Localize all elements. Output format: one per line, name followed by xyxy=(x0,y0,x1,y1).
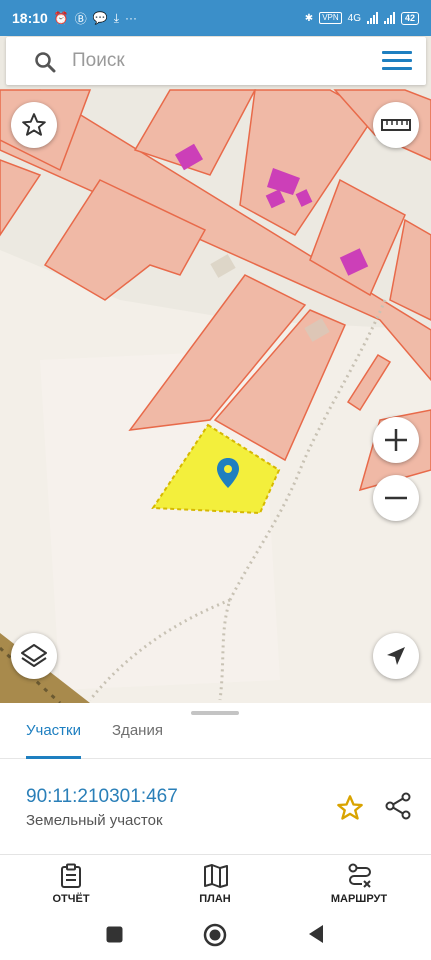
search-bar xyxy=(6,37,426,85)
layers-icon xyxy=(21,644,47,667)
route-icon xyxy=(348,863,371,888)
back-triangle-icon xyxy=(309,925,323,943)
tab-bar: Участки Здания xyxy=(0,717,431,759)
parcel-type: Земельный участок xyxy=(26,812,163,829)
network-type: 4G xyxy=(347,12,361,24)
status-bar: 18:10 ⏰ Ⓑ 💬 ⤓ ··· ✱ VPN 4G 42 xyxy=(0,0,431,36)
alarm-icon: ⏰ xyxy=(53,11,69,25)
minus-icon xyxy=(385,496,407,500)
home-button[interactable] xyxy=(203,923,227,952)
star-icon xyxy=(337,795,363,820)
star-outline-icon xyxy=(22,113,46,136)
tab-buildings[interactable]: Здания xyxy=(112,717,163,759)
sheet-drag-handle[interactable] xyxy=(191,711,239,715)
signal-icon xyxy=(366,12,378,24)
map-canvas xyxy=(0,36,431,703)
navigation-arrow-icon xyxy=(387,647,405,665)
share-icon xyxy=(385,792,411,820)
plan-label: ПЛАН xyxy=(199,893,231,905)
status-time: 18:10 xyxy=(12,10,48,26)
more-notifications-icon: ··· xyxy=(125,11,138,25)
report-label: ОТЧЁТ xyxy=(52,893,90,905)
plan-button[interactable]: ПЛАН xyxy=(160,860,270,912)
download-icon: ⤓ xyxy=(113,10,120,25)
divider xyxy=(0,854,431,855)
notification-icons: ⏰ Ⓑ 💬 ⤓ ··· xyxy=(54,10,137,27)
clipboard-icon xyxy=(61,863,81,888)
chat-bubble-icon: 💬 xyxy=(92,11,108,25)
ruler-button[interactable] xyxy=(373,102,419,148)
search-input[interactable] xyxy=(72,47,352,75)
route-label: МАРШРУТ xyxy=(330,893,388,905)
square-icon xyxy=(106,926,123,943)
cadastral-number[interactable]: 90:11:210301:467 xyxy=(26,786,178,808)
favorites-button[interactable] xyxy=(11,102,57,148)
zoom-in-button[interactable] xyxy=(373,417,419,463)
layers-button[interactable] xyxy=(11,633,57,679)
tab-parcels[interactable]: Участки xyxy=(26,717,81,759)
app-notification-icon: Ⓑ xyxy=(74,11,87,26)
zoom-out-button[interactable] xyxy=(373,475,419,521)
signal-icon-2 xyxy=(383,12,395,24)
share-button[interactable] xyxy=(384,792,412,825)
back-button[interactable] xyxy=(307,924,325,949)
search-icon xyxy=(35,52,56,73)
system-status: ✱ VPN 4G 42 xyxy=(304,11,419,25)
ruler-icon xyxy=(381,119,411,131)
map-view[interactable] xyxy=(0,36,431,703)
bluetooth-icon: ✱ xyxy=(304,12,314,24)
recent-apps-button[interactable] xyxy=(106,926,123,948)
my-location-button[interactable] xyxy=(373,633,419,679)
report-button[interactable]: ОТЧЁТ xyxy=(16,860,126,912)
app-root: 18:10 ⏰ Ⓑ 💬 ⤓ ··· ✱ VPN 4G 42 Поиск Учас… xyxy=(0,0,431,960)
plus-icon xyxy=(385,429,407,451)
map-icon xyxy=(204,864,228,888)
system-navigation-bar xyxy=(0,912,431,960)
battery-indicator: 42 xyxy=(400,11,419,25)
menu-icon[interactable] xyxy=(382,51,412,71)
favorite-button[interactable] xyxy=(336,794,364,827)
route-button[interactable]: МАРШРУТ xyxy=(304,860,414,912)
vpn-badge: VPN xyxy=(319,12,342,24)
home-circle-icon xyxy=(203,923,227,947)
